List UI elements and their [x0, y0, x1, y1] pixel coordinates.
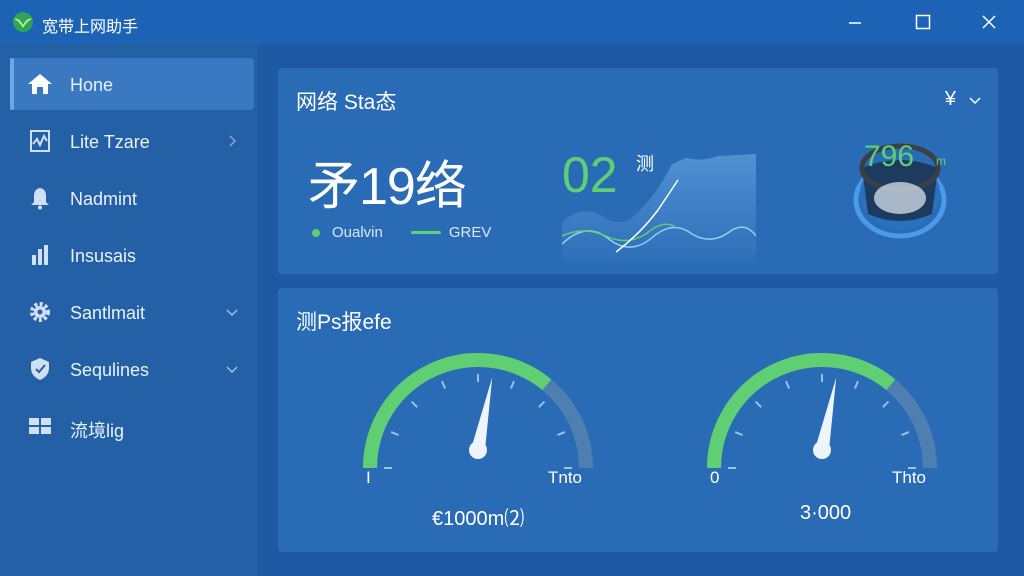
maximize-button[interactable] [900, 0, 946, 44]
home-icon [28, 74, 52, 94]
sidebar-item-sequlines[interactable]: Sequlines [10, 343, 254, 395]
gauge-value: 3·000 [800, 502, 852, 524]
speed-test-card: 测Ps报efe I Tnto €1000m⑵ 0 Thto 3·000 [278, 288, 998, 552]
primary-metric: 矛19络 [308, 158, 467, 216]
gauge-value: €1000m⑵ [432, 508, 525, 530]
legend-item: GREV [448, 224, 492, 241]
app-title: 宽带上网助手 [42, 19, 139, 36]
gear-icon [30, 302, 50, 322]
gauge-fill [707, 353, 896, 469]
sidebar-item-liujing[interactable]: 流境lig [10, 400, 254, 452]
gauge-tick [754, 400, 762, 408]
gauge-max-label: Thto [892, 468, 927, 487]
ring-value: 796 [864, 140, 915, 173]
gauge-tick [509, 380, 515, 389]
chevron-right-icon [229, 135, 237, 147]
active-indicator [10, 58, 14, 110]
gauge-tick [882, 400, 890, 408]
grid-icon [29, 418, 51, 434]
leaf-logo-icon [13, 12, 33, 32]
gauge-tick [390, 431, 399, 437]
bar-chart-icon [32, 245, 48, 265]
card-title: 网络 Sta态 [296, 91, 397, 114]
gauge-needle [471, 377, 493, 452]
sidebar-item-home[interactable]: Hone [10, 58, 254, 110]
main-content: 网络 Sta态 ¥ 矛19络 Oualvin GREV 02 测 796 m 测… [258, 44, 1024, 576]
chevron-down-icon [226, 309, 238, 317]
speed-gauge [363, 353, 593, 469]
close-button[interactable] [966, 0, 1012, 44]
chart-icon [30, 130, 50, 152]
sidebar-item-nadmint[interactable]: Nadmint [10, 172, 254, 224]
sidebar-item-label: Insusais [70, 246, 137, 266]
bell-icon [31, 188, 49, 210]
speed-unit: 测 [636, 154, 654, 174]
card-title: 测Ps报efe [296, 311, 392, 334]
minimize-icon [849, 22, 861, 24]
gauge-tick [901, 431, 910, 437]
sidebar-item-label: Santlmait [70, 303, 146, 323]
legend: Oualvin GREV [312, 224, 491, 241]
gauge-needle [815, 377, 837, 452]
legend-dot [312, 228, 320, 237]
chevron-down-icon [969, 96, 981, 104]
gauge-tick [853, 380, 859, 389]
gauge-tick [538, 400, 546, 408]
sidebar-item-label: Nadmint [70, 189, 138, 209]
close-icon [982, 15, 996, 29]
currency-dropdown[interactable]: ¥ [945, 88, 982, 111]
title-bar: 宽带上网助手 [0, 0, 1024, 44]
sidebar-item-lite-tzare[interactable]: Lite Tzare [10, 115, 254, 167]
legend-item: Oualvin [332, 224, 383, 241]
minimize-button[interactable] [832, 0, 878, 44]
gauge-hub [813, 441, 831, 459]
gauge-tick [734, 431, 743, 437]
speed-value: 02 [562, 147, 618, 203]
network-status-card: 网络 Sta态 ¥ 矛19络 Oualvin GREV 02 测 796 m [278, 68, 998, 274]
dropdown-value: ¥ [944, 88, 956, 110]
sidebar-item-label: 流境lig [70, 421, 125, 441]
sidebar: Hone Lite Tzare Nadmint Insusais Santlma… [0, 44, 258, 576]
speed-gauge [707, 353, 937, 469]
sidebar-item-label: Lite Tzare [70, 132, 150, 152]
gauge-fill [363, 353, 552, 469]
gauge-min-label: I [366, 468, 371, 487]
maximize-icon [915, 14, 931, 30]
gauge-tick [557, 431, 566, 437]
ring-unit: m [936, 154, 946, 168]
legend-line [410, 231, 441, 234]
gauge-tick [441, 380, 447, 389]
sidebar-item-label: Sequlines [70, 360, 150, 380]
gauge-max-label: Tnto [548, 468, 583, 487]
sidebar-item-insusais[interactable]: Insusais [10, 229, 254, 281]
shield-icon [31, 358, 49, 380]
gauge-tick [785, 380, 791, 389]
gauge-hub [469, 441, 487, 459]
sidebar-item-label: Hone [70, 75, 114, 95]
gauge-tick [410, 400, 418, 408]
gauge-min-label: 0 [710, 468, 720, 487]
chevron-down-icon [226, 366, 238, 374]
sidebar-item-santlmait[interactable]: Santlmait [10, 286, 254, 338]
